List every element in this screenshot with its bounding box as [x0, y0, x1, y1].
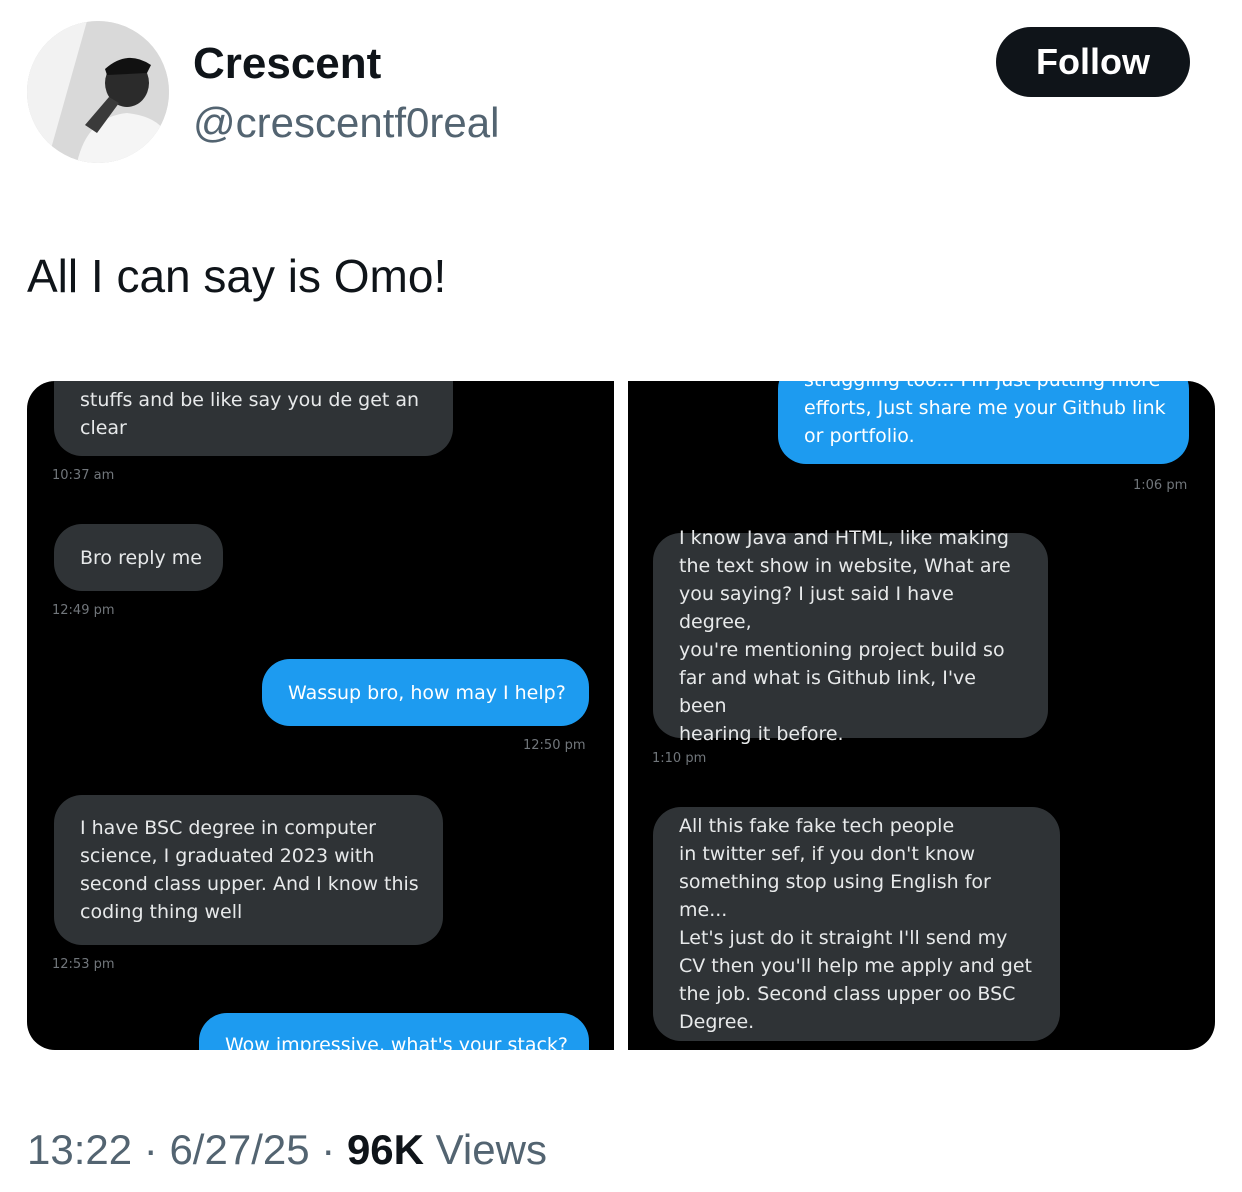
views-label: Views — [435, 1126, 547, 1173]
message-bubble: All this fake fake tech people in twitte… — [653, 807, 1060, 1041]
message-text: stuffs and be like say you de get an cle… — [80, 389, 420, 439]
chat-screenshot-left[interactable]: stuffs and be like say you de get an cle… — [27, 381, 614, 1050]
message-bubble: Wow impressive, what's your stack? — [199, 1013, 589, 1050]
tweet-time[interactable]: 13:22 — [27, 1126, 132, 1173]
message-time: 12:49 pm — [52, 603, 115, 618]
views-count: 96K — [346, 1126, 424, 1173]
message-text: Bro reply me — [80, 546, 202, 569]
message-time: 10:37 am — [52, 468, 115, 483]
message-text: struggling too... I'm just putting more … — [804, 381, 1166, 447]
message-bubble: I know Java and HTML, like making the te… — [653, 527, 1048, 745]
message-bubble: I have BSC degree in computer science, I… — [54, 795, 443, 945]
author-handle[interactable]: @crescentf0real — [193, 98, 499, 148]
follow-button[interactable]: Follow — [996, 27, 1190, 97]
author-name[interactable]: Crescent — [193, 38, 381, 90]
message-bubble: struggling too... I'm just putting more … — [778, 381, 1189, 464]
message-text: I have BSC degree in computer science, I… — [80, 817, 419, 923]
message-time: 1:06 pm — [1133, 478, 1188, 493]
tweet-date[interactable]: 6/27/25 — [169, 1126, 309, 1173]
avatar[interactable] — [27, 21, 169, 163]
tweet-meta: 13:22 · 6/27/25 · 96K Views — [27, 1124, 547, 1176]
message-text: Wow impressive, what's your stack? — [225, 1034, 569, 1050]
message-bubble: Wassup bro, how may I help? — [262, 659, 589, 726]
message-text: All this fake fake tech people in twitte… — [679, 815, 1032, 1033]
message-text: Wassup bro, how may I help? — [288, 681, 566, 704]
separator: · — [143, 1126, 158, 1173]
tweet-text: All I can say is Omo! — [27, 250, 447, 302]
chat-screenshot-right[interactable]: struggling too... I'm just putting more … — [628, 381, 1215, 1050]
message-time: 12:53 pm — [52, 957, 115, 972]
message-bubble: Bro reply me — [54, 524, 223, 591]
message-text: I know Java and HTML, like making the te… — [679, 526, 1011, 745]
message-time: 12:50 pm — [523, 738, 586, 753]
separator: · — [321, 1126, 336, 1173]
tweet-media[interactable]: stuffs and be like say you de get an cle… — [27, 381, 1215, 1050]
avatar-photo — [27, 21, 169, 163]
message-bubble: stuffs and be like say you de get an cle… — [54, 381, 453, 456]
message-time: 1:10 pm — [652, 751, 707, 766]
